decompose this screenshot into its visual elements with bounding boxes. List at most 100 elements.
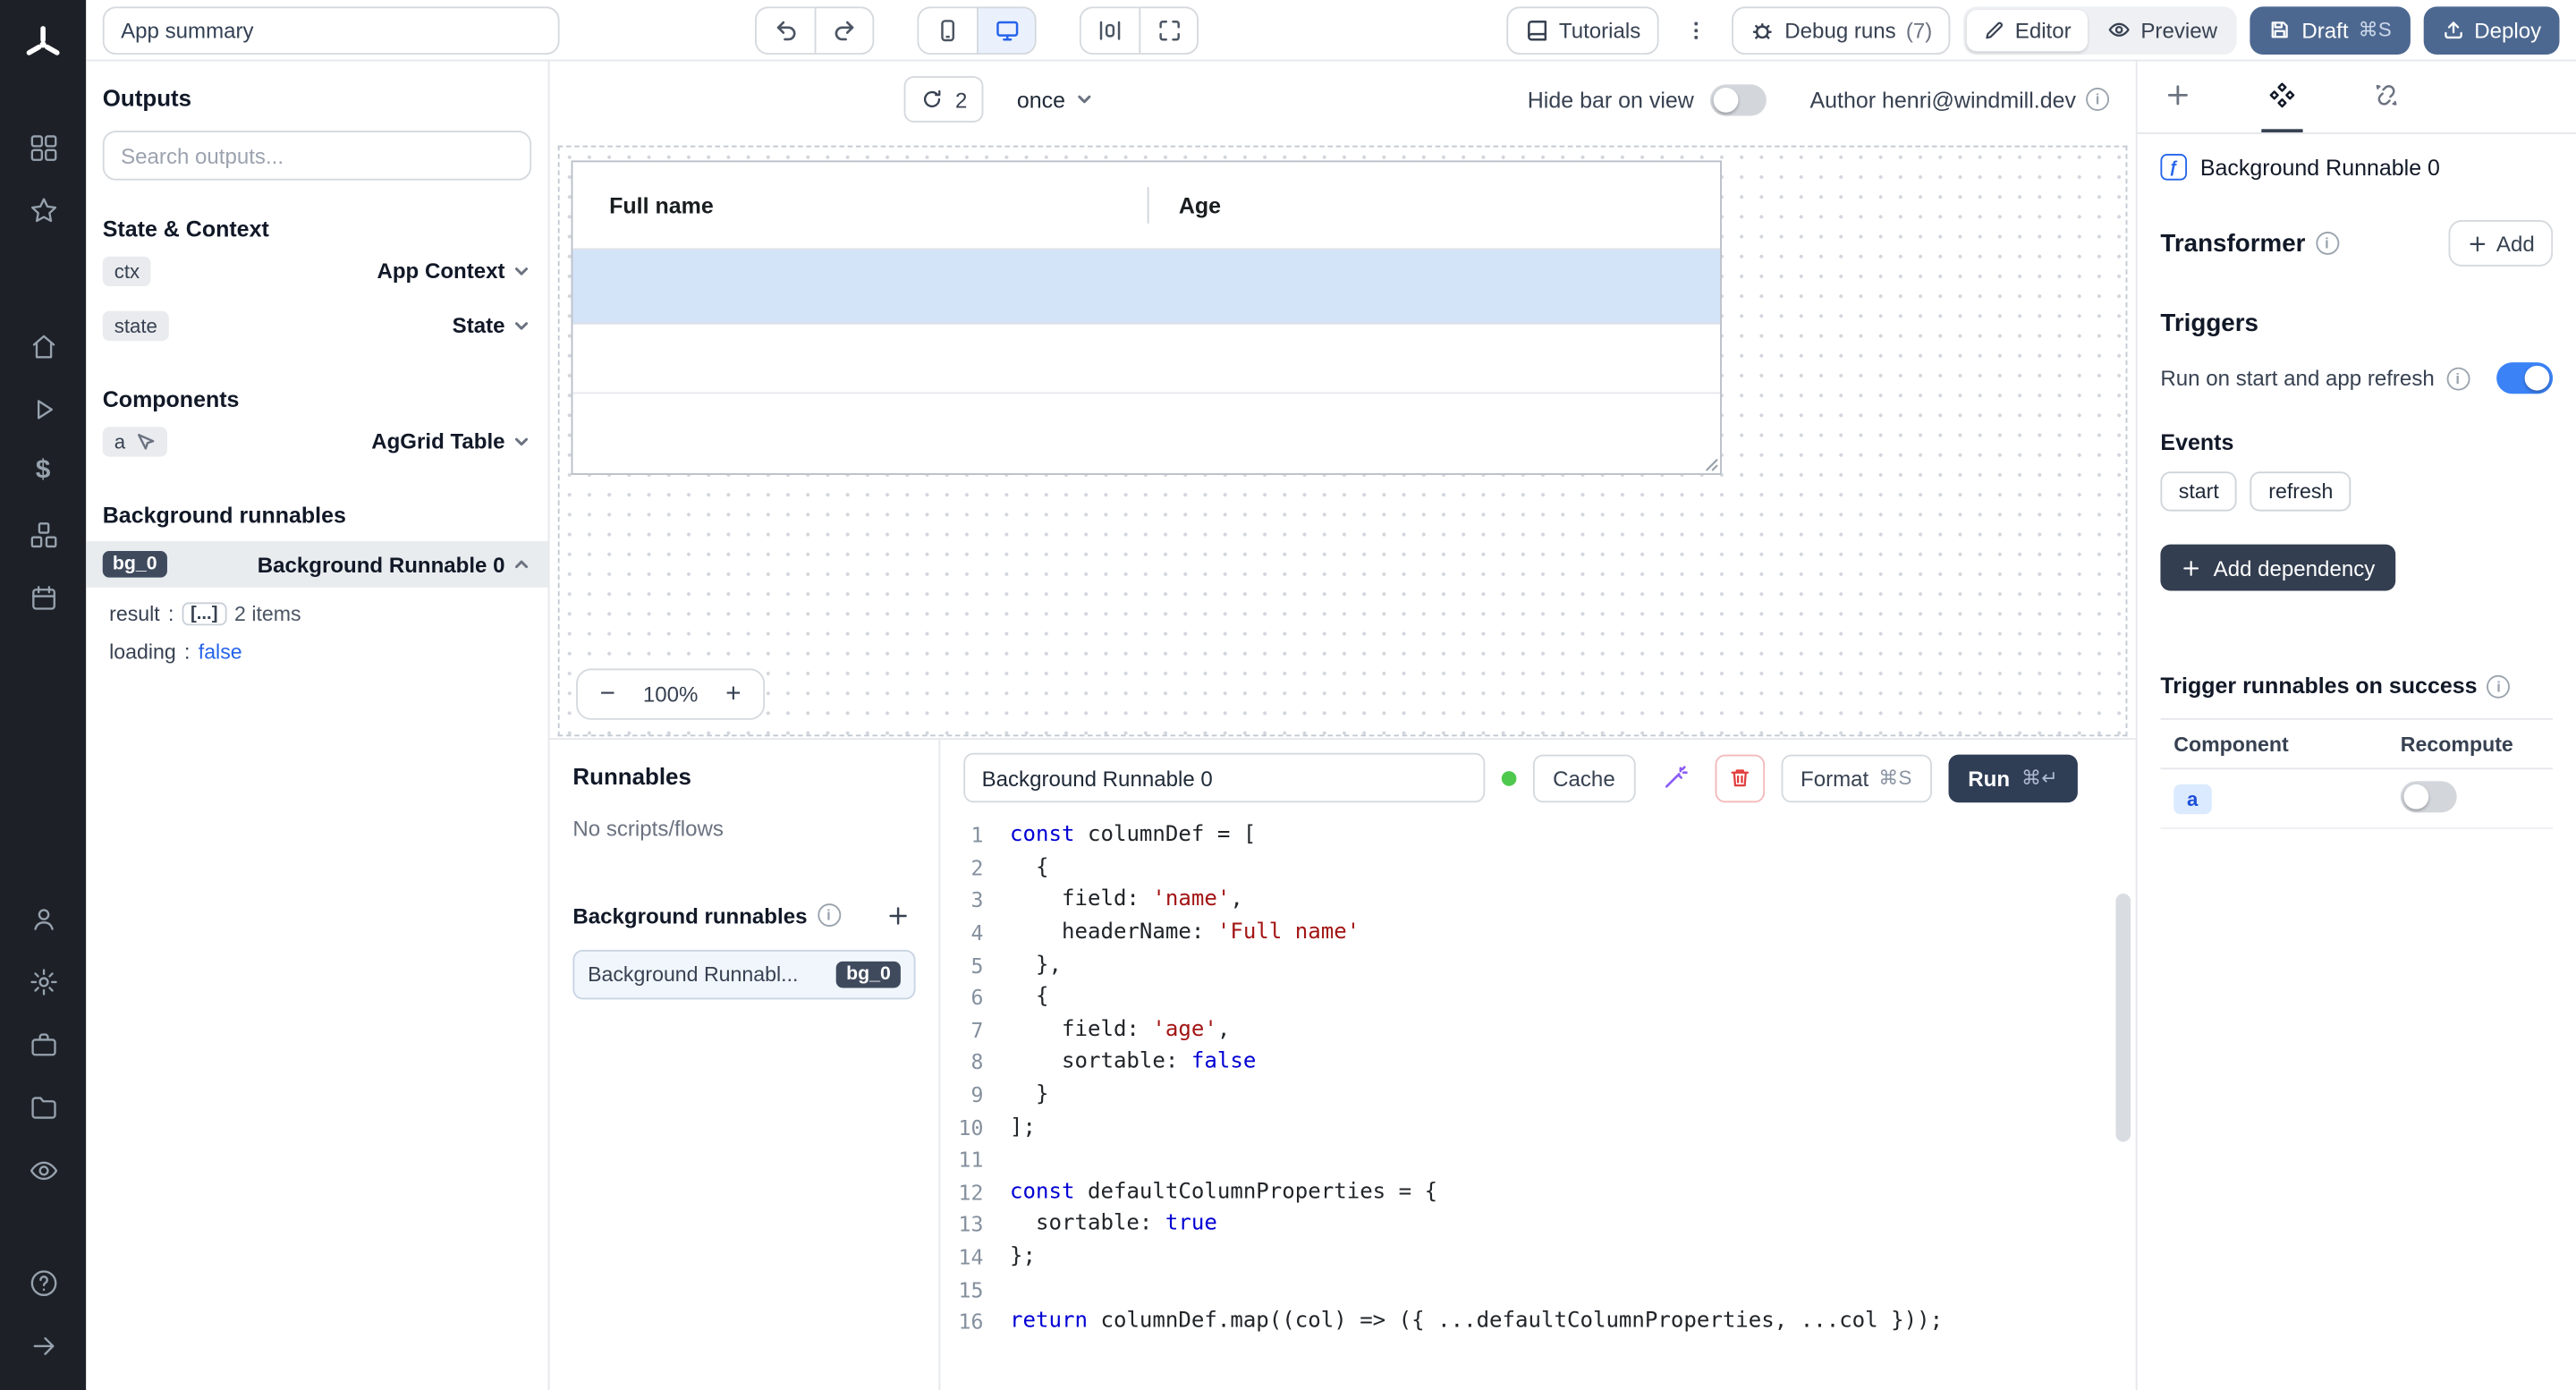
output-row-ctx[interactable]: ctx App Context <box>103 245 531 296</box>
runnable-name-input[interactable] <box>963 753 1485 803</box>
aggrid-component[interactable]: Full name Age <box>572 160 1722 475</box>
editor-tab[interactable]: Editor <box>1967 9 2088 50</box>
runs-icon[interactable] <box>0 377 86 440</box>
kebab-menu-button[interactable] <box>1672 5 1718 54</box>
outputs-panel: Outputs State & Context ctx App Context … <box>86 61 549 1390</box>
info-icon[interactable]: i <box>2316 232 2339 255</box>
code-line: 14}; <box>940 1241 2135 1273</box>
folders-icon[interactable] <box>0 1076 86 1139</box>
hide-bar-label: Hide bar on view <box>1528 87 1694 112</box>
resources-icon[interactable] <box>0 503 86 565</box>
loading-value: false <box>199 640 242 664</box>
outputs-title: Outputs <box>103 84 531 111</box>
code-line: 4 headerName: 'Full name' <box>940 916 2135 948</box>
pencil-icon <box>1984 19 2005 40</box>
transformer-title: Transformer <box>2160 229 2305 257</box>
code-editor[interactable]: 1const columnDef = [2 {3 field: 'name',4… <box>940 811 2135 1390</box>
code-line: 11 <box>940 1143 2135 1175</box>
info-icon[interactable]: i <box>2086 88 2109 111</box>
insert-component-tab[interactable] <box>2157 61 2199 132</box>
collapse-icon[interactable] <box>0 1314 86 1377</box>
star-icon[interactable] <box>0 179 86 242</box>
table-row[interactable] <box>572 325 1720 394</box>
canvas-toolbar: 2 once Hide bar on view Author henri@win… <box>549 61 2135 137</box>
preview-tab[interactable]: Preview <box>2091 9 2234 50</box>
help-icon[interactable] <box>0 1251 86 1314</box>
workers-icon[interactable] <box>0 1013 86 1075</box>
schedules-icon[interactable] <box>0 566 86 629</box>
home-icon[interactable] <box>0 315 86 377</box>
result-key: result <box>109 602 160 625</box>
format-button[interactable]: Format ⌘S <box>1781 754 1932 802</box>
line-number: 13 <box>940 1212 983 1237</box>
add-dependency-button[interactable]: Add dependency <box>2160 545 2394 591</box>
output-row-bg0[interactable]: bg_0 Background Runnable 0 <box>86 541 547 588</box>
tutorials-button[interactable]: Tutorials <box>1506 5 1659 54</box>
component-a-label: AgGrid Table <box>371 428 504 453</box>
editor-scrollbar[interactable] <box>2115 894 2131 1380</box>
code-line: 9 } <box>940 1079 2135 1111</box>
bottom-panel: Runnables No scripts/flows Background ru… <box>549 738 2135 1390</box>
code-line: 12const defaultColumnProperties = { <box>940 1175 2135 1208</box>
variables-icon[interactable]: $ <box>0 440 86 503</box>
mobile-view-button[interactable] <box>917 5 977 54</box>
ai-wand-button[interactable] <box>1651 754 1698 802</box>
delete-runnable-button[interactable] <box>1715 754 1765 802</box>
debug-runs-button[interactable]: Debug runs (7) <box>1732 5 1951 54</box>
zoom-out-button[interactable]: − <box>594 679 621 708</box>
run-button[interactable]: Run ⌘↵ <box>1948 754 2078 802</box>
info-icon[interactable]: i <box>2446 367 2470 390</box>
component-settings-tab[interactable] <box>2261 61 2302 132</box>
app-summary-input[interactable] <box>103 5 560 54</box>
runnables-list-panel: Runnables No scripts/flows Background ru… <box>549 740 940 1390</box>
recompute-toggle[interactable] <box>2401 780 2457 811</box>
background-runnables-title: Background runnables <box>103 503 531 528</box>
cache-button[interactable]: Cache <box>1533 754 1635 802</box>
column-header-full-name[interactable]: Full name <box>572 193 1147 218</box>
output-row-component-a[interactable]: a AgGrid Table <box>103 415 531 466</box>
status-dot <box>1502 770 1517 785</box>
settings-icon[interactable] <box>0 950 86 1013</box>
run-on-start-label: Run on start and app refresh <box>2160 366 2434 391</box>
eye-icon <box>2107 18 2131 41</box>
draft-button[interactable]: Draft ⌘S <box>2250 5 2410 54</box>
components-title: Components <box>103 387 531 412</box>
bg0-label: Background Runnable 0 <box>258 552 505 577</box>
run-on-start-toggle[interactable] <box>2496 362 2553 394</box>
windmill-logo[interactable] <box>15 17 72 73</box>
info-icon[interactable]: i <box>2487 674 2511 698</box>
unlink-tab[interactable] <box>2366 61 2407 132</box>
line-number: 12 <box>940 1180 983 1205</box>
author-label: Author henri@windmill.dev <box>1809 87 2076 112</box>
center-align-button[interactable] <box>1080 5 1140 54</box>
right-panel: ƒ Background Runnable 0 Transformer i Ad… <box>2136 61 2576 1390</box>
loading-row: loading : false <box>109 640 531 664</box>
left-rail: $ <box>0 0 86 1390</box>
user-icon[interactable] <box>0 887 86 950</box>
ctx-label: App Context <box>377 259 504 284</box>
desktop-view-button[interactable] <box>977 5 1037 54</box>
frequency-dropdown[interactable]: once <box>1017 87 1094 112</box>
add-background-runnable-button[interactable] <box>879 897 916 934</box>
column-header-age[interactable]: Age <box>1149 193 1222 218</box>
redo-button[interactable] <box>815 5 875 54</box>
table-header-recompute: Recompute <box>2401 733 2553 756</box>
background-runnable-item[interactable]: Background Runnabl... bg_0 <box>572 950 915 1000</box>
search-outputs-input[interactable] <box>103 131 531 181</box>
audit-icon[interactable] <box>0 1139 86 1201</box>
table-row-selected[interactable] <box>572 250 1720 324</box>
expand-result-badge[interactable]: [...] <box>182 602 226 625</box>
add-transformer-button[interactable]: Add <box>2448 220 2553 267</box>
deploy-button[interactable]: Deploy <box>2423 5 2560 54</box>
hide-bar-toggle[interactable] <box>1710 83 1767 114</box>
line-number: 11 <box>940 1147 983 1172</box>
refresh-button[interactable]: 2 <box>904 76 984 123</box>
output-row-state[interactable]: state State <box>103 300 531 351</box>
workspace-icon[interactable] <box>0 116 86 179</box>
line-number: 15 <box>940 1276 983 1301</box>
info-icon[interactable]: i <box>818 903 841 927</box>
resize-handle[interactable] <box>1702 455 1719 472</box>
fullscreen-button[interactable] <box>1139 5 1199 54</box>
zoom-in-button[interactable]: + <box>720 679 747 708</box>
undo-button[interactable] <box>755 5 815 54</box>
